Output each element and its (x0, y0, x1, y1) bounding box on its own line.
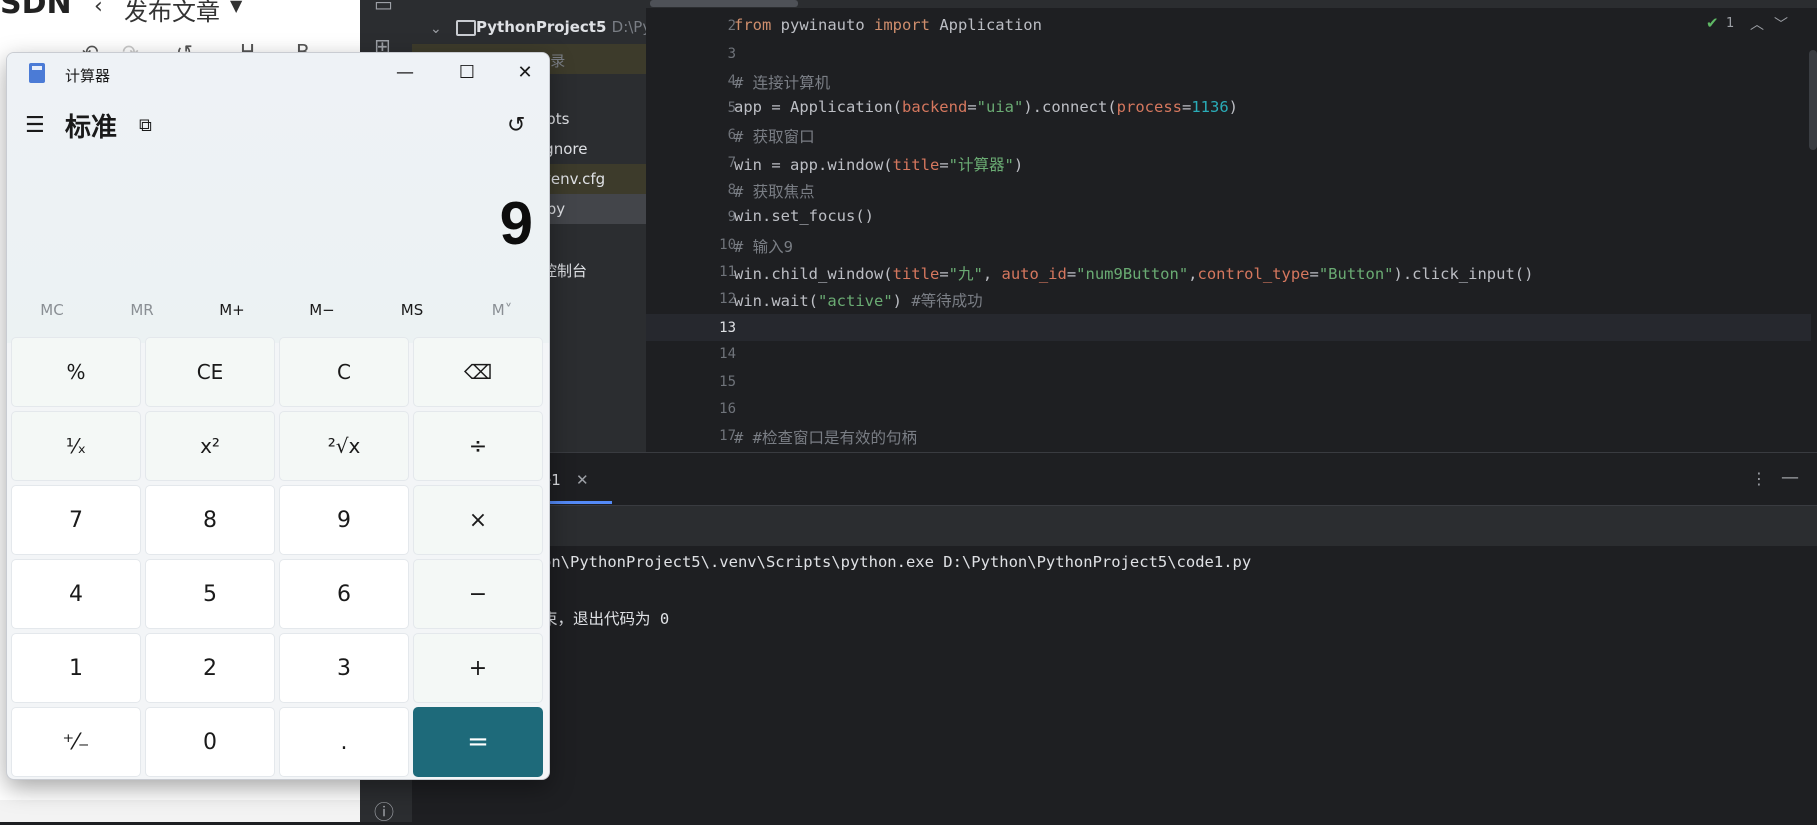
code-line-17[interactable]: # #检查窗口是有效的句柄 (734, 426, 917, 448)
calculator-header-area (7, 53, 549, 343)
site-logo: SDN (0, 0, 72, 21)
inspection-count: 1 (1726, 16, 1735, 31)
line-number: 15 (719, 374, 736, 390)
clear-entry-button[interactable]: CE (145, 337, 275, 407)
inspection-ok-icon[interactable]: ✔ (1706, 14, 1719, 32)
code-line-10[interactable]: # 输入9 (734, 235, 793, 257)
line-number: 17 (719, 428, 736, 444)
memory-clear-button[interactable]: MC (7, 301, 97, 319)
line-number-current: 13 (719, 320, 736, 336)
close-icon[interactable]: ✕ (576, 471, 589, 489)
code-editor[interactable]: 2 3 4 5 6 7 8 9 10 11 12 13 14 15 16 17 … (646, 0, 1817, 452)
percent-button[interactable]: % (11, 337, 141, 407)
line-number: 10 (719, 237, 736, 253)
close-button[interactable]: ✕ (505, 59, 545, 87)
window-title: 计算器 (65, 67, 111, 85)
digit-0-button[interactable]: 0 (145, 707, 275, 777)
tree-item-pyvenv-cfg[interactable]: venv.cfg (542, 170, 605, 188)
code-line-7[interactable]: win = app.window(title="计算器") (734, 153, 1023, 175)
memory-recall-button[interactable]: MR (97, 301, 187, 319)
add-button[interactable]: + (413, 633, 543, 703)
chevron-down-icon[interactable]: ﹀ (1774, 14, 1788, 34)
line-number: 4 (727, 73, 736, 89)
maximize-button[interactable]: ☐ (447, 59, 487, 87)
run-exit-message: 束，退出代码为 0 (542, 610, 670, 628)
reciprocal-button[interactable]: ¹⁄ₓ (11, 411, 141, 481)
digit-8-button[interactable]: 8 (145, 485, 275, 555)
memory-subtract-button[interactable]: M− (277, 301, 367, 319)
calculator-app-icon (29, 63, 45, 83)
digit-7-button[interactable]: 7 (11, 485, 141, 555)
subtract-button[interactable]: − (413, 559, 543, 629)
digit-5-button[interactable]: 5 (145, 559, 275, 629)
minimize-button[interactable]: — (385, 59, 425, 87)
code-line-4[interactable]: # 连接计算机 (734, 71, 830, 93)
digit-1-button[interactable]: 1 (11, 633, 141, 703)
line-number: 12 (719, 291, 736, 307)
publish-article-label[interactable]: 发布文章 (124, 0, 220, 27)
memory-store-button[interactable]: MS (367, 301, 457, 319)
line-number: 5 (727, 100, 736, 116)
decimal-button[interactable]: . (279, 707, 409, 777)
run-panel: e1 ✕ ⋮ — on\PythonProject5\.venv\Scripts… (412, 452, 1817, 823)
code-line-5[interactable]: app = Application(backend="uia").connect… (734, 98, 1238, 116)
hamburger-menu-icon[interactable]: ☰ (25, 113, 45, 138)
folder-icon (456, 20, 476, 36)
memory-row: MC MR M+ M− MS M˅ (7, 301, 549, 327)
project-root[interactable]: PythonProject5 D:\Pyt (476, 18, 657, 36)
square-button[interactable]: x² (145, 411, 275, 481)
line-number: 3 (727, 46, 736, 62)
line-number: 16 (719, 401, 736, 417)
line-number: 11 (719, 264, 736, 280)
run-tab-indicator (542, 501, 612, 504)
line-number: 7 (727, 155, 736, 171)
code-line-8[interactable]: # 获取焦点 (734, 180, 815, 202)
minimize-icon[interactable]: — (1781, 467, 1799, 488)
blog-bottom-strip (0, 800, 360, 822)
memory-list-button[interactable]: M˅ (457, 301, 547, 319)
problems-icon[interactable]: ⓘ (374, 796, 394, 825)
code-line-9[interactable]: win.set_focus() (734, 207, 874, 225)
digit-4-button[interactable]: 4 (11, 559, 141, 629)
digit-3-button[interactable]: 3 (279, 633, 409, 703)
project-icon[interactable]: ▭ (374, 0, 393, 16)
calculator-window: 计算器 — ☐ ✕ ☰ 标准 ⧉ ↺ 9 MC MR M+ M− MS M˅ %… (6, 52, 550, 780)
project-root-name: PythonProject5 (476, 18, 607, 36)
line-number: 8 (727, 182, 736, 198)
editor-horizontal-scroll[interactable] (646, 0, 1817, 8)
run-toolbar (412, 506, 1817, 546)
code-line-6[interactable]: # 获取窗口 (734, 125, 815, 147)
equals-button[interactable]: = (413, 707, 543, 777)
backspace-button[interactable]: ⌫ (413, 337, 543, 407)
editor-vertical-scrollbar[interactable] (1809, 50, 1817, 150)
back-icon[interactable]: ‹ (94, 0, 103, 19)
chevron-up-icon[interactable]: ︿ (1750, 14, 1764, 34)
digit-6-button[interactable]: 6 (279, 559, 409, 629)
code-line-2[interactable]: from pywinauto import Application (734, 16, 1042, 34)
mode-title: 标准 (65, 113, 118, 143)
digit-9-button[interactable]: 9 (279, 485, 409, 555)
line-number: 9 (727, 209, 736, 225)
code-line-11[interactable]: win.child_window(title="九", auto_id="num… (734, 262, 1533, 284)
caret-down-icon[interactable]: ▼ (230, 0, 242, 15)
digit-2-button[interactable]: 2 (145, 633, 275, 703)
negate-button[interactable]: ⁺⁄₋ (11, 707, 141, 777)
square-root-button[interactable]: ²√x (279, 411, 409, 481)
current-line-highlight (646, 314, 1811, 341)
run-command-output: on\PythonProject5\.venv\Scripts\python.e… (542, 553, 1252, 571)
clear-button[interactable]: C (279, 337, 409, 407)
line-number: 6 (727, 127, 736, 143)
more-vertical-icon[interactable]: ⋮ (1751, 469, 1767, 488)
divide-button[interactable]: ÷ (413, 411, 543, 481)
code-line-12[interactable]: win.wait("active") #等待成功 (734, 289, 983, 311)
history-icon[interactable]: ↺ (507, 113, 525, 138)
chevron-down-icon[interactable]: ⌄ (430, 21, 442, 37)
line-number: 2 (727, 18, 736, 34)
memory-add-button[interactable]: M+ (187, 301, 277, 319)
result-display: 9 (499, 190, 533, 257)
line-number: 14 (719, 346, 736, 362)
keep-on-top-icon[interactable]: ⧉ (139, 115, 152, 136)
multiply-button[interactable]: × (413, 485, 543, 555)
